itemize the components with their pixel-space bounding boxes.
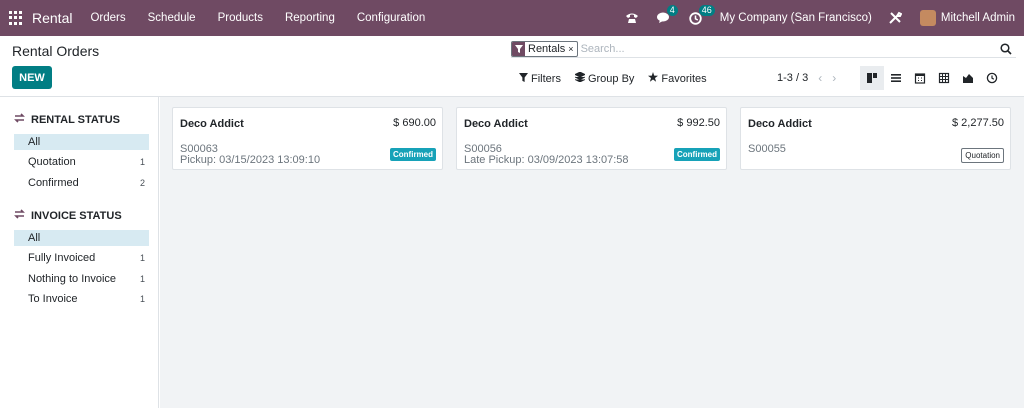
status-badge: Quotation [961, 148, 1004, 163]
tools-icon[interactable] [888, 11, 902, 25]
layers-icon [574, 71, 586, 85]
pager-value[interactable]: 1-3 / 3 [777, 72, 808, 84]
search-options: Filters Group By Favorites [519, 71, 721, 85]
facet-close-icon[interactable]: × [568, 44, 576, 54]
card-partner: Deco Addict [180, 118, 244, 130]
new-button[interactable]: NEW [12, 66, 52, 89]
side-item-count: 1 [139, 294, 145, 304]
invoice-status-nothing-to-invoice[interactable]: Nothing to Invoice 1 [14, 271, 149, 287]
top-navbar: Rental Orders Schedule Products Reportin… [0, 0, 1024, 36]
funnel-icon [519, 72, 528, 85]
company-switcher[interactable]: My Company (San Francisco) [720, 12, 872, 24]
card-amount: $ 690.00 [393, 117, 436, 129]
avatar[interactable] [919, 10, 936, 26]
facet-label: Rentals [528, 42, 566, 55]
side-item-label: All [28, 136, 41, 148]
menu-schedule[interactable]: Schedule [148, 12, 196, 24]
rental-status-confirmed[interactable]: Confirmed 2 [14, 175, 149, 191]
pager-previous-icon[interactable]: ‹ [818, 71, 822, 85]
kanban-view: Deco Addict $ 690.00 S00063 Pickup: 03/1… [160, 97, 1024, 408]
graph-view-icon[interactable] [956, 66, 980, 90]
phone-icon[interactable] [625, 12, 639, 24]
menu-configuration[interactable]: Configuration [357, 12, 425, 24]
rental-status-all[interactable]: All [14, 134, 149, 150]
card-pickup: Pickup: 03/15/2023 13:09:10 [180, 154, 321, 166]
funnel-icon [512, 41, 525, 56]
search-input[interactable] [580, 40, 1016, 57]
side-item-label: Confirmed [28, 177, 79, 189]
groupby-label: Group By [587, 72, 635, 85]
favorites-button[interactable]: Favorites [648, 72, 707, 85]
pager-next-icon[interactable]: › [832, 71, 836, 85]
card-amount: $ 2,277.50 [952, 117, 1004, 129]
card-pickup: Late Pickup: 03/09/2023 13:07:58 [464, 154, 629, 166]
rental-status-header: RENTAL STATUS [14, 113, 120, 126]
star-icon [648, 72, 659, 85]
kanban-view-icon[interactable] [860, 66, 884, 90]
rental-status-label: RENTAL STATUS [31, 113, 121, 126]
messages-badge: 4 [666, 5, 678, 16]
status-badge: Confirmed [390, 148, 436, 161]
card-partner: Deco Addict [748, 118, 812, 130]
search-facet: Rentals × [511, 40, 578, 57]
search-panel: RENTAL STATUS All Quotation 1 Confirmed … [0, 97, 159, 408]
exchange-icon [14, 209, 25, 222]
apps-grid-icon[interactable] [9, 11, 23, 25]
search-bar: Rentals × [511, 40, 1016, 58]
card-amount: $ 992.50 [677, 117, 720, 129]
calendar-view-icon[interactable] [908, 66, 932, 90]
side-item-count: 2 [139, 178, 145, 188]
favorites-label: Favorites [661, 72, 707, 85]
exchange-icon [14, 113, 25, 126]
card-partner: Deco Addict [464, 118, 528, 130]
invoice-status-to-invoice[interactable]: To Invoice 1 [14, 291, 149, 307]
side-item-count: 1 [139, 274, 145, 284]
side-item-label: All [28, 232, 41, 244]
status-badge: Confirmed [674, 148, 720, 161]
menu-products[interactable]: Products [218, 12, 263, 24]
invoice-status-label: INVOICE STATUS [31, 209, 122, 222]
pager: 1-3 / 3 ‹ › [777, 71, 836, 85]
filters-button[interactable]: Filters [519, 72, 561, 85]
app-brand[interactable]: Rental [32, 10, 72, 26]
activity-view-icon[interactable] [980, 66, 1004, 90]
kanban-card[interactable]: Deco Addict $ 690.00 S00063 Pickup: 03/1… [172, 107, 443, 170]
view-switcher [860, 66, 1004, 90]
invoice-status-fully-invoiced[interactable]: Fully Invoiced 1 [14, 250, 149, 266]
groupby-button[interactable]: Group By [574, 71, 635, 85]
page-title: Rental Orders [12, 43, 100, 59]
chat-icon[interactable]: 4 [656, 5, 678, 24]
filters-label: Filters [531, 72, 561, 85]
list-view-icon[interactable] [884, 66, 908, 90]
rental-status-quotation[interactable]: Quotation 1 [14, 154, 149, 170]
user-menu[interactable]: Mitchell Admin [941, 12, 1015, 24]
menu-reporting[interactable]: Reporting [285, 12, 335, 24]
activities-badge: 46 [698, 4, 715, 16]
clock-icon[interactable]: 46 [689, 4, 715, 25]
side-item-count: 1 [139, 157, 145, 167]
card-reference: S00055 [748, 143, 786, 155]
pivot-view-icon[interactable] [932, 66, 956, 90]
menu-orders[interactable]: Orders [90, 12, 125, 24]
kanban-card[interactable]: Deco Addict $ 992.50 S00056 Late Pickup:… [456, 107, 727, 170]
search-icon[interactable] [1000, 43, 1012, 55]
side-item-label: Nothing to Invoice [28, 273, 117, 285]
invoice-status-header: INVOICE STATUS [14, 209, 122, 222]
side-item-label: Fully Invoiced [28, 252, 96, 264]
control-panel: Rental Orders NEW Rentals × Filters Grou… [0, 36, 1024, 97]
side-item-label: Quotation [28, 156, 76, 168]
invoice-status-all[interactable]: All [14, 230, 149, 246]
side-item-label: To Invoice [28, 293, 78, 305]
side-item-count: 1 [139, 253, 145, 263]
kanban-card[interactable]: Deco Addict $ 2,277.50 S00055 Quotation [740, 107, 1011, 170]
